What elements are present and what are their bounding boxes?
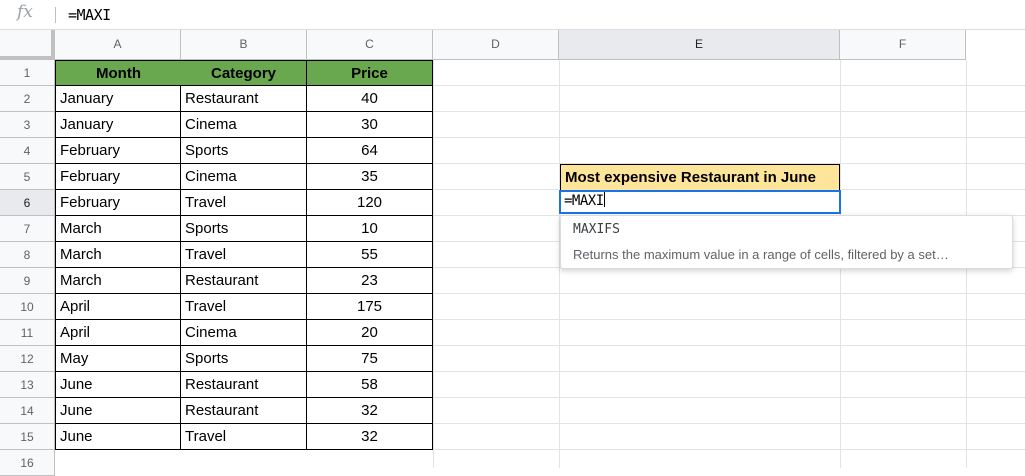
- table-cell-category[interactable]: Sports: [181, 346, 307, 372]
- table-cell-price[interactable]: 32: [307, 424, 433, 450]
- row-header-1[interactable]: 1: [0, 60, 55, 86]
- row-header-2[interactable]: 2: [0, 86, 55, 112]
- table-cell-price[interactable]: 58: [307, 372, 433, 398]
- formula-bar: fx =MAXI: [0, 0, 1025, 30]
- formula-bar-divider: [55, 7, 56, 23]
- table-cell-month[interactable]: May: [55, 346, 181, 372]
- row-header-15[interactable]: 15: [0, 424, 55, 450]
- text-caret: [603, 192, 605, 207]
- table-cell-price[interactable]: 20: [307, 320, 433, 346]
- column-header-e[interactable]: E: [559, 30, 840, 60]
- table-cell-month[interactable]: January: [55, 112, 181, 138]
- table-cell-price[interactable]: 35: [307, 164, 433, 190]
- table-cell-price[interactable]: 175: [307, 294, 433, 320]
- table-cell-month[interactable]: June: [55, 424, 181, 450]
- grid-line: [433, 60, 434, 468]
- table-cell-month[interactable]: March: [55, 242, 181, 268]
- cell-e6-text: =MAXI: [564, 193, 604, 209]
- table-cell-category[interactable]: Cinema: [181, 164, 307, 190]
- table-cell-price[interactable]: 64: [307, 138, 433, 164]
- row-header-14[interactable]: 14: [0, 398, 55, 424]
- suggestion-description: Returns the maximum value in a range of …: [573, 247, 949, 262]
- table-cell-price[interactable]: 23: [307, 268, 433, 294]
- table-cell-category[interactable]: Travel: [181, 294, 307, 320]
- table-cell-category[interactable]: Cinema: [181, 112, 307, 138]
- table-cell-price[interactable]: 120: [307, 190, 433, 216]
- table-cell-month[interactable]: February: [55, 138, 181, 164]
- row-header-13[interactable]: 13: [0, 372, 55, 398]
- row-header-5[interactable]: 5: [0, 164, 55, 190]
- row-header-7[interactable]: 7: [0, 216, 55, 242]
- table-cell-month[interactable]: April: [55, 320, 181, 346]
- table-header-category[interactable]: Category: [181, 60, 307, 86]
- row-header-12[interactable]: 12: [0, 346, 55, 372]
- cell-e6-editor[interactable]: =MAXI: [559, 190, 841, 214]
- row-header-9[interactable]: 9: [0, 268, 55, 294]
- table-cell-price[interactable]: 30: [307, 112, 433, 138]
- column-header-b[interactable]: B: [181, 30, 307, 60]
- column-header-d[interactable]: D: [433, 30, 559, 60]
- table-cell-month[interactable]: June: [55, 372, 181, 398]
- column-header-c[interactable]: C: [307, 30, 433, 60]
- suggestion-function-name[interactable]: MAXIFS: [573, 222, 620, 237]
- table-cell-price[interactable]: 32: [307, 398, 433, 424]
- table-cell-category[interactable]: Travel: [181, 242, 307, 268]
- column-header-f[interactable]: F: [840, 30, 966, 60]
- table-cell-category[interactable]: Restaurant: [181, 398, 307, 424]
- table-cell-category[interactable]: Restaurant: [181, 372, 307, 398]
- table-cell-price[interactable]: 10: [307, 216, 433, 242]
- row-header-11[interactable]: 11: [0, 320, 55, 346]
- row-header-16[interactable]: 16: [0, 450, 55, 476]
- table-cell-category[interactable]: Cinema: [181, 320, 307, 346]
- table-cell-month[interactable]: March: [55, 216, 181, 242]
- table-cell-category[interactable]: Restaurant: [181, 268, 307, 294]
- table-cell-month[interactable]: February: [55, 190, 181, 216]
- table-cell-month[interactable]: February: [55, 164, 181, 190]
- table-cell-category[interactable]: Sports: [181, 138, 307, 164]
- table-cell-month[interactable]: April: [55, 294, 181, 320]
- cell-e5-label[interactable]: Most expensive Restaurant in June: [560, 164, 840, 191]
- row-header-6[interactable]: 6: [0, 190, 55, 216]
- table-cell-month[interactable]: March: [55, 268, 181, 294]
- row-header-3[interactable]: 3: [0, 112, 55, 138]
- table-cell-price[interactable]: 75: [307, 346, 433, 372]
- row-header-10[interactable]: 10: [0, 294, 55, 320]
- table-header-price[interactable]: Price: [307, 60, 433, 86]
- column-header-a[interactable]: A: [55, 30, 181, 60]
- formula-autocomplete-popup[interactable]: MAXIFS Returns the maximum value in a ra…: [560, 215, 1013, 269]
- table-cell-category[interactable]: Travel: [181, 190, 307, 216]
- select-all-corner[interactable]: [0, 30, 55, 60]
- table-cell-month[interactable]: June: [55, 398, 181, 424]
- table-header-month[interactable]: Month: [55, 60, 182, 86]
- table-cell-category[interactable]: Travel: [181, 424, 307, 450]
- table-cell-month[interactable]: January: [55, 86, 181, 112]
- formula-input[interactable]: =MAXI: [68, 6, 111, 24]
- table-cell-category[interactable]: Restaurant: [181, 86, 307, 112]
- row-header-4[interactable]: 4: [0, 138, 55, 164]
- table-cell-price[interactable]: 40: [307, 86, 433, 112]
- table-cell-category[interactable]: Sports: [181, 216, 307, 242]
- row-header-8[interactable]: 8: [0, 242, 55, 268]
- table-cell-price[interactable]: 55: [307, 242, 433, 268]
- fx-icon: fx: [17, 2, 33, 22]
